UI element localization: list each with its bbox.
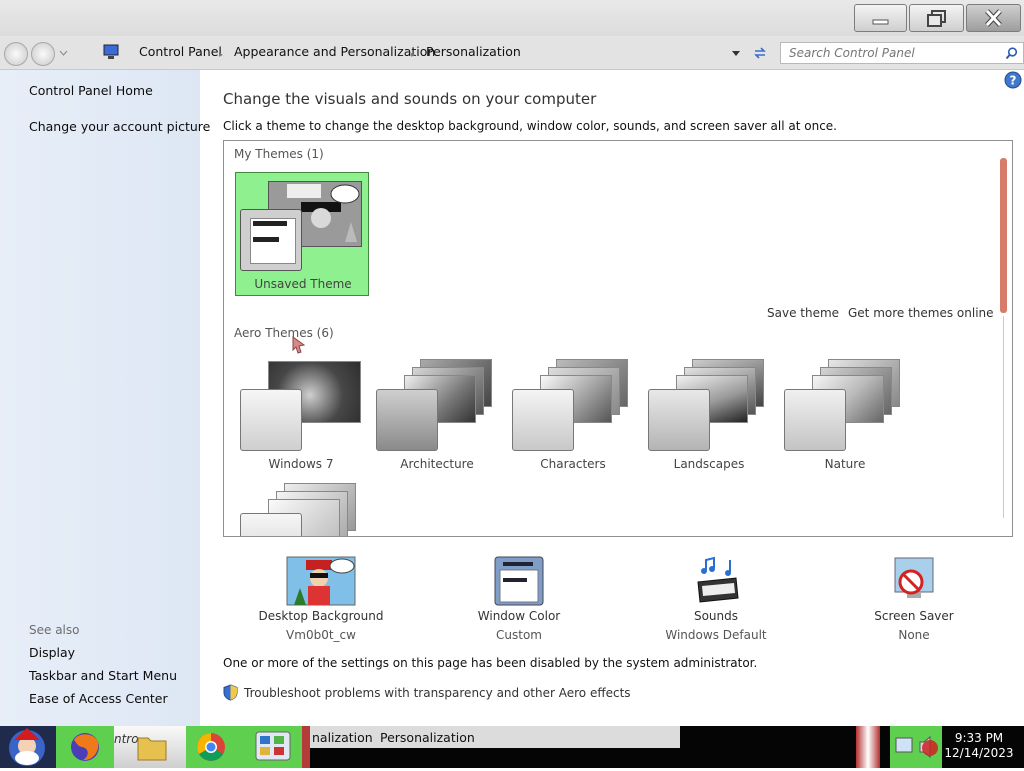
title-bar [0,0,1024,36]
setting-label: Sounds [693,609,739,623]
desktop-background-setting[interactable]: Desktop Background Vm0b0t_cw [246,556,396,642]
breadcrumb-separator-icon[interactable]: ▸ [219,50,223,59]
search-box[interactable] [780,42,1024,64]
help-icon[interactable]: ? [1004,71,1022,89]
system-tray-icons[interactable] [890,726,942,768]
open-window-buttons: nalization Personalization [310,726,680,748]
clock-date: 12/14/2023 [944,746,1014,760]
control-panel-app-icon [255,731,291,761]
page-instruction: Click a theme to change the desktop back… [223,119,837,133]
taskbar-window-label[interactable]: nalization [312,730,373,745]
firefox-icon [71,733,99,761]
theme-tile-nature[interactable]: Nature [782,359,906,475]
shield-icon [223,684,238,701]
screen-saver-icon [894,557,934,598]
scrollbar-thumb[interactable] [1000,158,1007,313]
start-button[interactable] [0,726,56,768]
theme-label: Nature [824,457,866,471]
get-more-themes-link[interactable]: Get more themes online [848,306,994,320]
tray-overflow[interactable] [856,726,880,768]
network-volume-icon [895,735,938,759]
theme-label: Windows 7 [268,457,334,471]
clock-time: 9:33 PM [954,731,1004,745]
breadcrumb-appearance[interactable]: Appearance and Personalization [234,44,435,59]
recent-pages-dropdown-icon[interactable] [59,50,68,56]
firefox-taskbar-button[interactable] [56,726,114,768]
window-color-setting[interactable]: Window Color Custom [444,556,594,642]
taskbar-divider [302,726,310,768]
back-button[interactable] [4,42,28,66]
taskbar-window-label[interactable]: Personalization [380,730,475,745]
close-icon [985,9,1002,27]
theme-tile-architecture[interactable]: Architecture [374,359,498,475]
chrome-taskbar-button[interactable] [186,726,244,768]
chrome-icon [197,733,225,761]
search-input[interactable] [781,43,989,63]
mouse-cursor-icon [292,336,306,354]
troubleshoot-aero-link[interactable]: Troubleshoot problems with transparency … [244,686,631,700]
refresh-icon[interactable] [752,45,768,61]
control-panel-home-link[interactable]: Control Panel Home [29,83,153,98]
page-title: Change the visuals and sounds on your co… [223,90,597,108]
theme-tile-landscapes[interactable]: Landscapes [646,359,770,475]
restore-button[interactable] [909,4,964,32]
theme-label: Architecture [400,457,474,471]
save-theme-link[interactable]: Save theme [767,306,839,320]
search-icon[interactable] [1005,47,1018,60]
close-button[interactable] [966,4,1021,32]
theme-tile-characters[interactable]: Characters [510,359,634,475]
setting-value: None [898,628,930,642]
taskbar-button-label: ntro [114,732,139,746]
scrollbar-track[interactable] [1003,316,1004,518]
taskbar-clock[interactable]: 9:33 PM 12/14/2023 [944,731,1014,761]
theme-tile-unsaved[interactable]: Unsaved Theme [235,172,369,296]
forward-button[interactable] [31,42,55,66]
setting-value: Windows Default [665,628,767,642]
setting-value: Custom [496,628,542,642]
sounds-icon [697,556,739,603]
address-dropdown-icon[interactable] [731,50,741,57]
theme-list[interactable]: My Themes (1) Unsaved Theme Save theme G… [223,140,1013,537]
theme-window-color-swatch [240,209,302,271]
aero-themes-header: Aero Themes (6) [234,326,334,340]
theme-tile-partial[interactable] [238,483,362,536]
display-link[interactable]: Display [29,645,75,660]
taskbar: ntro nalization Personalization [0,726,1024,768]
start-orb-icon [9,728,45,766]
sounds-setting[interactable]: Sounds Windows Default [641,556,791,642]
window-color-icon [494,556,544,606]
screen-saver-setting[interactable]: Screen Saver None [839,556,989,642]
theme-label: Landscapes [673,457,745,471]
taskbar-start-menu-link[interactable]: Taskbar and Start Menu [29,668,177,683]
setting-label: Desktop Background [258,609,384,623]
ease-of-access-link[interactable]: Ease of Access Center [29,691,168,706]
breadcrumb-control-panel[interactable]: Control Panel [139,44,222,59]
minimize-button[interactable] [854,4,907,32]
restore-icon [927,10,946,27]
address-bar: Control Panel ▸ Appearance and Personali… [0,36,1024,70]
see-also-heading: See also [29,623,80,637]
breadcrumb-separator-icon[interactable]: ▸ [411,50,415,59]
change-account-picture-link[interactable]: Change your account picture [29,119,210,134]
control-panel-icon [103,44,119,59]
policy-disabled-message: One or more of the settings on this page… [223,656,758,670]
desktop-background-icon [286,556,356,606]
my-themes-header: My Themes (1) [234,147,324,161]
breadcrumb-personalization[interactable]: Personalization [426,44,521,59]
theme-label: Unsaved Theme [254,277,352,291]
svg-text:?: ? [1010,74,1017,88]
setting-value: Vm0b0t_cw [286,628,356,642]
setting-label: Screen Saver [874,609,954,623]
folder-icon [137,737,167,761]
theme-tile-windows-7[interactable]: Windows 7 [238,359,362,475]
setting-label: Window Color [477,609,561,623]
control-panel-taskbar-button[interactable] [244,726,302,768]
theme-label: Characters [540,457,606,471]
minimize-icon [872,19,889,25]
